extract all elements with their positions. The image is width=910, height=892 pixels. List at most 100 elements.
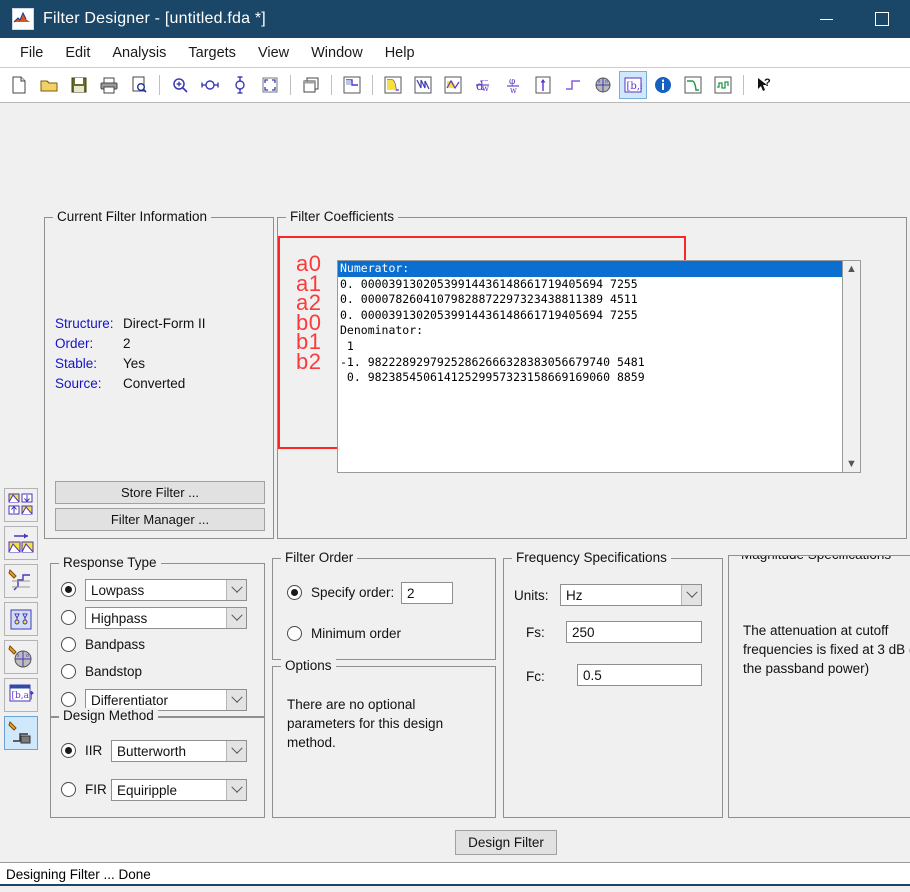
- context-help-icon[interactable]: ?: [750, 71, 778, 99]
- design-method-fir-radio[interactable]: FIR: [61, 782, 107, 797]
- zoom-in-icon[interactable]: [166, 71, 194, 99]
- response-type-bandstop-radio[interactable]: Bandstop: [61, 664, 142, 679]
- info-row-stable: Stable: Yes: [55, 354, 206, 374]
- units-combo[interactable]: Hz: [560, 584, 702, 606]
- coefficients-scrollbar[interactable]: ▲ ▼: [842, 260, 861, 473]
- response-type-bandstop-label: Bandstop: [85, 664, 143, 679]
- zoom-x-icon[interactable]: [196, 71, 224, 99]
- radio-indicator: [61, 664, 76, 679]
- filter-information-icon[interactable]: [649, 71, 677, 99]
- impulse-response-icon[interactable]: [529, 71, 557, 99]
- phase-delay-icon[interactable]: φw: [499, 71, 527, 99]
- units-label: Units:: [514, 588, 549, 603]
- design-method-fir-combo[interactable]: Equiripple: [111, 779, 247, 801]
- pole-zero-plot-icon[interactable]: xo: [589, 71, 617, 99]
- print-icon[interactable]: [95, 71, 123, 99]
- response-type-lowpass-radio[interactable]: [61, 582, 76, 597]
- radio-indicator: [287, 585, 302, 600]
- menu-edit[interactable]: Edit: [54, 42, 101, 64]
- store-filter-button[interactable]: Store Filter ...: [55, 481, 265, 504]
- options-text: There are no optional parameters for thi…: [287, 697, 444, 750]
- design-method-iir-combo[interactable]: Butterworth: [111, 740, 247, 762]
- chevron-down-icon[interactable]: ▼: [846, 456, 857, 472]
- menu-help[interactable]: Help: [374, 42, 426, 64]
- coef-label-b2: b2: [296, 348, 322, 374]
- print-preview-icon[interactable]: [125, 71, 153, 99]
- menu-file[interactable]: File: [9, 42, 54, 64]
- info-key-stable: Stable:: [55, 356, 98, 371]
- magnitude-and-phase-icon[interactable]: [439, 71, 467, 99]
- filter-manager-button[interactable]: Filter Manager ...: [55, 508, 265, 531]
- save-icon[interactable]: [65, 71, 93, 99]
- import-filter-icon[interactable]: [4, 526, 38, 560]
- coefficients-textarea[interactable]: Numerator: 0. 00003913020539914436148661…: [337, 260, 860, 473]
- chevron-down-icon[interactable]: [681, 585, 701, 605]
- menu-targets[interactable]: Targets: [177, 42, 247, 64]
- menu-window[interactable]: Window: [300, 42, 374, 64]
- coef-line-denominator-header: Denominator:: [340, 323, 424, 338]
- toolbar-separator: [331, 75, 332, 95]
- maximize-button[interactable]: [854, 0, 910, 38]
- magnitude-specifications-text: The attenuation at cutoff frequencies is…: [743, 623, 910, 676]
- menu-analysis[interactable]: Analysis: [101, 42, 177, 64]
- realize-model-icon[interactable]: [4, 716, 38, 750]
- radio-indicator: [287, 626, 302, 641]
- round-off-noise-power-icon[interactable]: [709, 71, 737, 99]
- magnitude-response-estimate-icon[interactable]: [679, 71, 707, 99]
- fs-input[interactable]: 250: [566, 621, 702, 643]
- magnitude-response-icon[interactable]: [379, 71, 407, 99]
- response-type-highpass-value: Highpass: [91, 610, 148, 626]
- new-window-icon[interactable]: [297, 71, 325, 99]
- options-title: Options: [281, 658, 336, 673]
- coef-line-numerator-header: Numerator:: [338, 261, 860, 277]
- chevron-down-icon[interactable]: [226, 741, 246, 761]
- response-type-differentiator-radio[interactable]: [61, 692, 76, 707]
- svg-text:~~: ~~: [480, 78, 488, 85]
- response-type-highpass-radio[interactable]: [61, 610, 76, 625]
- design-filter-icon[interactable]: [4, 488, 38, 522]
- chevron-down-icon[interactable]: [226, 780, 246, 800]
- filter-coefficients-icon[interactable]: [b,a]: [619, 71, 647, 99]
- toolbar-separator: [290, 75, 291, 95]
- response-type-lowpass-combo[interactable]: Lowpass: [85, 579, 247, 601]
- design-method-panel: Design Method IIR Butterworth FIR Equiri…: [50, 708, 265, 818]
- minimize-button[interactable]: [798, 0, 854, 38]
- pole-zero-editor-icon[interactable]: xo: [4, 640, 38, 674]
- filter-order-value-input[interactable]: 2: [401, 582, 453, 604]
- info-value-structure: Direct-Form II: [123, 316, 206, 331]
- bottom-strip: [0, 884, 910, 892]
- response-type-bandpass-radio[interactable]: Bandpass: [61, 637, 145, 652]
- filter-order-minimum-radio[interactable]: Minimum order: [287, 626, 401, 641]
- response-type-lowpass-value: Lowpass: [91, 582, 145, 598]
- quantize-filter-icon[interactable]: [4, 564, 38, 598]
- new-file-icon[interactable]: [5, 71, 33, 99]
- fc-input[interactable]: 0.5: [577, 664, 702, 686]
- filter-coefficients-panel: Filter Coefficients a0 a1 a2 b0 b1 b2 Nu…: [277, 209, 907, 539]
- svg-text:o: o: [26, 653, 29, 659]
- response-type-differentiator-value: Differentiator: [91, 692, 169, 708]
- chevron-down-icon[interactable]: [226, 690, 246, 710]
- design-method-iir-radio[interactable]: IIR: [61, 743, 102, 758]
- chevron-up-icon[interactable]: ▲: [846, 261, 857, 277]
- response-type-highpass-combo[interactable]: Highpass: [85, 607, 247, 629]
- window-controls: [798, 0, 910, 38]
- restore-default-view-icon[interactable]: [256, 71, 284, 99]
- filter-specifications-icon[interactable]: [338, 71, 366, 99]
- set-quantization-parameters-icon[interactable]: [b,a]: [4, 678, 38, 712]
- transform-filter-icon[interactable]: [4, 602, 38, 636]
- design-filter-button[interactable]: Design Filter: [455, 830, 557, 855]
- design-method-fir-label: FIR: [85, 782, 107, 797]
- current-filter-information-panel: Current Filter Information Structure: Di…: [44, 209, 274, 539]
- current-filter-information-title: Current Filter Information: [53, 209, 212, 224]
- radio-indicator: [61, 782, 76, 797]
- filter-order-title: Filter Order: [281, 550, 358, 565]
- phase-response-icon[interactable]: [409, 71, 437, 99]
- step-response-icon[interactable]: [559, 71, 587, 99]
- group-delay-icon[interactable]: d w ~~: [469, 71, 497, 99]
- chevron-down-icon[interactable]: [226, 608, 246, 628]
- open-folder-icon[interactable]: [35, 71, 63, 99]
- menu-view[interactable]: View: [247, 42, 300, 64]
- chevron-down-icon[interactable]: [226, 580, 246, 600]
- zoom-y-icon[interactable]: [226, 71, 254, 99]
- filter-order-specify-radio[interactable]: Specify order:: [287, 585, 394, 600]
